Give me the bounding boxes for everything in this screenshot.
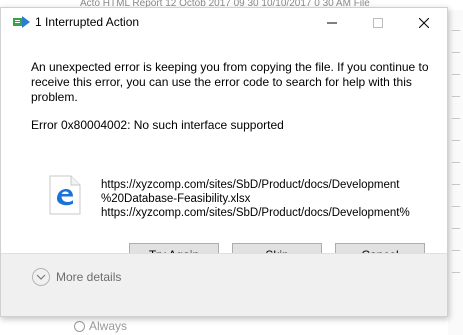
background-mark: [452, 30, 460, 31]
close-icon: [419, 18, 429, 28]
background-always-label: Always: [89, 319, 128, 333]
chevron-down-glyph: [36, 274, 46, 280]
dialog-footer: More details: [1, 253, 447, 316]
close-button[interactable]: [401, 8, 447, 38]
background-mark: [452, 162, 460, 163]
background-mark: [452, 96, 460, 97]
file-path-line-3: https://xyzcomp.com/sites/SbD/Product/do…: [101, 207, 410, 219]
dialog-content: An unexpected error is keeping you from …: [1, 38, 447, 271]
background-mark: [452, 140, 460, 141]
title-bar[interactable]: 1 Interrupted Action: [1, 8, 447, 38]
background-mark: [452, 184, 460, 185]
background-mark: [452, 118, 460, 119]
file-path-line-2: %20Database-Feasibility.xlsx: [101, 193, 251, 205]
background-always-option[interactable]: Always: [74, 317, 127, 335]
error-message: An unexpected error is keeping you from …: [31, 60, 429, 104]
maximize-button: [355, 8, 401, 38]
maximize-icon: [373, 18, 383, 28]
error-code: Error 0x80004002: No such interface supp…: [31, 118, 284, 132]
edge-html-file-icon: [49, 175, 81, 215]
minimize-button[interactable]: [309, 8, 355, 38]
interrupted-action-dialog: 1 Interrupted Action An unexpected error…: [0, 7, 448, 317]
more-details-label: More details: [56, 270, 122, 284]
background-mark: [452, 228, 460, 229]
background-mark: [452, 272, 460, 273]
background-mark: [452, 52, 460, 53]
dialog-title: 1 Interrupted Action: [35, 15, 140, 29]
file-path-line-1: https://xyzcomp.com/sites/SbD/Product/do…: [101, 179, 400, 191]
background-file-list-edge: [448, 10, 463, 335]
copy-files-icon: [13, 16, 30, 28]
chevron-down-icon: [32, 268, 50, 286]
background-mark: [452, 206, 460, 207]
more-details-toggle[interactable]: More details: [32, 267, 121, 287]
radio-icon: [74, 320, 85, 332]
background-mark: [452, 250, 460, 251]
minimize-icon: [327, 22, 337, 24]
file-details: https://xyzcomp.com/sites/SbD/Product/do…: [101, 178, 427, 220]
background-mark: [452, 74, 460, 75]
